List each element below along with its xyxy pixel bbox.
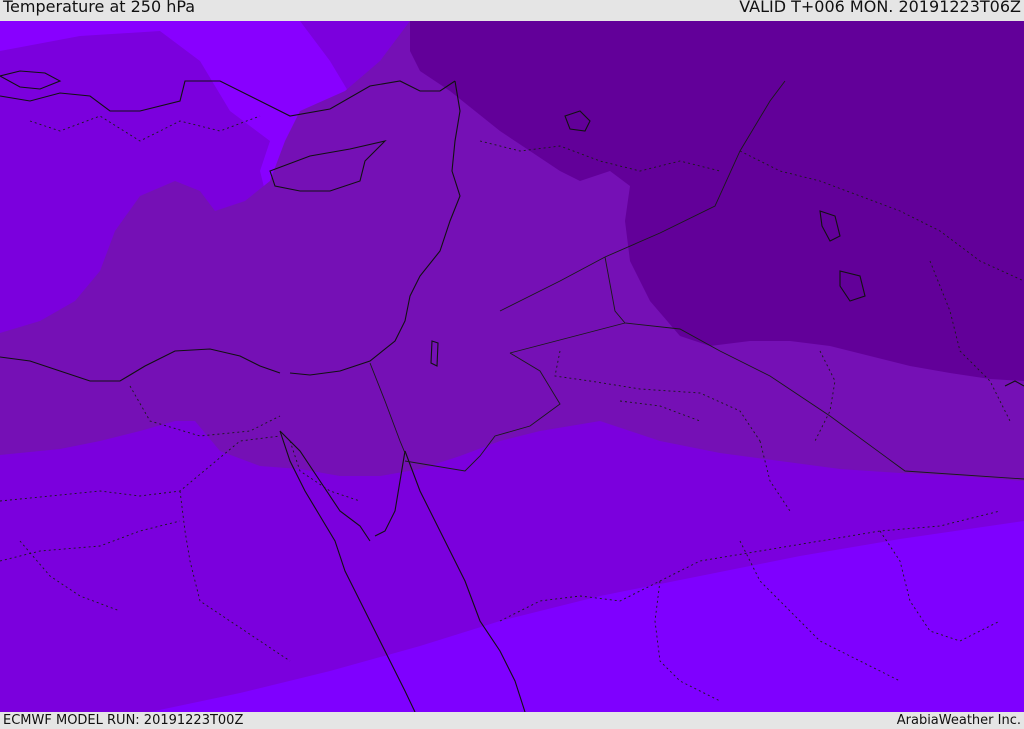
map-title: Temperature at 250 hPa	[3, 0, 196, 16]
temperature-map[interactable]	[0, 21, 1024, 712]
credit-label: ArabiaWeather Inc.	[896, 713, 1021, 728]
footer-bar: ECMWF MODEL RUN: 20191223T00Z ArabiaWeat…	[0, 712, 1024, 729]
map-panel[interactable]	[0, 21, 1024, 712]
header-bar: Temperature at 250 hPa VALID T+006 MON. …	[0, 0, 1024, 21]
model-run: ECMWF MODEL RUN: 20191223T00Z	[3, 713, 244, 728]
valid-time: VALID T+006 MON. 20191223T06Z	[739, 0, 1021, 16]
